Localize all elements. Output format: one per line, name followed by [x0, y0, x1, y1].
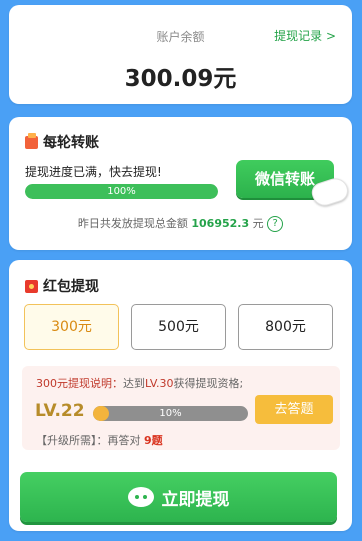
withdraw-records-link[interactable]: 提现记录 > [274, 27, 336, 44]
requirement-reach: 达到 [123, 377, 145, 390]
yesterday-total: 昨日共发放提现总金额 106952.3 元 ? [9, 215, 352, 232]
level-info-box: 300元提现说明：达到LV.30获得提现资格; LV.22 10% 去答题 【升… [22, 366, 340, 450]
transfer-title-text: 每轮转账 [43, 135, 99, 151]
redpacket-card: 红包提现 300元 500元 800元 300元提现说明：达到LV.30获得提现… [9, 260, 352, 531]
upgrade-prefix: 【升级所需】：再答对 [36, 434, 141, 447]
wallet-icon [25, 132, 38, 149]
yesterday-prefix: 昨日共发放提现总金额 [77, 217, 188, 230]
balance-card: 账户余额 提现记录 > 300.09元 [9, 5, 352, 104]
progress-label: 100% [107, 186, 136, 197]
amount-option-300[interactable]: 300元 [24, 304, 119, 350]
redpacket-section-title: 红包提现 [25, 276, 99, 296]
yesterday-amount: 106952.3 [191, 217, 250, 230]
yesterday-unit: 元 [252, 217, 264, 230]
red-packet-icon [25, 279, 38, 293]
balance-amount: 300.09元 [124, 66, 237, 92]
level-progress-bar: 10% [93, 406, 248, 421]
wechat-icon [127, 487, 154, 507]
requirement-tail: 获得提现资格; [173, 377, 244, 390]
progress-bar: 100% [25, 184, 218, 199]
level-progress-label: 10% [159, 408, 182, 419]
help-icon[interactable]: ? [267, 216, 284, 232]
upgrade-count: 9题 [144, 434, 163, 447]
current-level: LV.22 [35, 401, 85, 421]
answer-quiz-button[interactable]: 去答题 [255, 395, 333, 424]
requirement-level: LV.30 [145, 377, 174, 390]
withdraw-requirement: 300元提现说明：达到LV.30获得提现资格; [36, 375, 243, 391]
requirement-amount: 300元提现说明： [36, 377, 123, 390]
redpacket-title-text: 红包提现 [43, 279, 99, 295]
transfer-card: 每轮转账 提现进度已满，快去提现! 100% 微信转账 昨日共发放提现总金额 1… [9, 117, 352, 250]
transfer-section-title: 每轮转账 [25, 132, 99, 152]
amount-option-500[interactable]: 500元 [131, 304, 226, 350]
amount-option-800[interactable]: 800元 [238, 304, 333, 350]
upgrade-requirement: 【升级所需】：再答对 9题 [36, 432, 163, 448]
withdraw-now-label: 立即提现 [161, 489, 230, 510]
withdraw-now-button[interactable]: 立即提现 [20, 472, 337, 522]
progress-text: 提现进度已满，快去提现! [25, 165, 162, 179]
